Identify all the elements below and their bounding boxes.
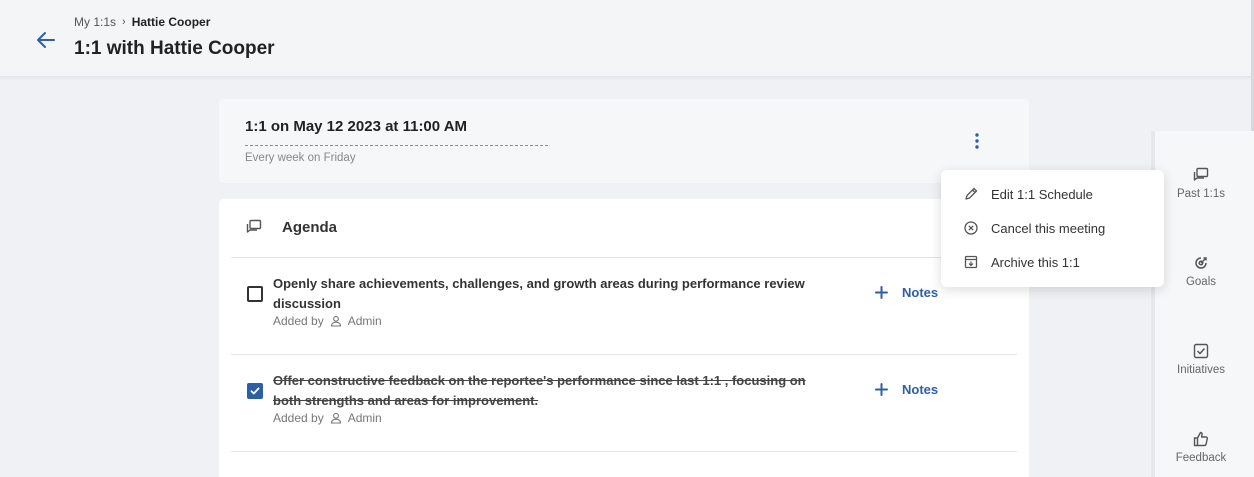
added-by-author: Admin (347, 411, 382, 425)
meeting-options-menu: Edit 1:1 Schedule Cancel this meeting Ar… (941, 170, 1164, 287)
menu-item-cancel-meeting[interactable]: Cancel this meeting (941, 213, 1164, 243)
added-by: Added by Admin (273, 411, 382, 425)
sidebar-item-goals[interactable]: Goals (1151, 255, 1251, 288)
breadcrumb: My 1:1s › Hattie Cooper (74, 15, 210, 29)
added-by-label: Added by (273, 411, 324, 425)
agenda-item-text: Openly share achievements, challenges, a… (273, 276, 805, 311)
agenda-item-text: Offer constructive feedback on the repor… (273, 373, 806, 408)
sidebar-item-feedback[interactable]: Feedback (1151, 431, 1251, 464)
agenda-title: Agenda (282, 219, 338, 236)
checkmark-icon (250, 387, 260, 395)
sidebar-item-label: Goals (1185, 276, 1217, 288)
chat-icon (246, 219, 262, 235)
agenda-card: Agenda Openly share achievements, challe… (219, 199, 1029, 477)
right-sidebar: Past 1:1s Goals Initiatives Feedback (1151, 131, 1254, 477)
meeting-title-underline (245, 145, 548, 146)
plus-icon (875, 286, 888, 299)
menu-item-archive[interactable]: Archive this 1:1 (941, 247, 1164, 277)
sidebar-item-label: Initiatives (1177, 364, 1225, 376)
agenda-item: Offer constructive feedback on the repor… (219, 355, 1029, 451)
breadcrumb-my-1on1s[interactable]: My 1:1s (74, 15, 116, 29)
menu-item-label: Edit 1:1 Schedule (991, 186, 1093, 202)
meeting-card: 1:1 on May 12 2023 at 11:00 AM Every wee… (219, 99, 1029, 183)
added-by-label: Added by (273, 314, 324, 328)
pencil-icon (963, 186, 979, 202)
page-title: 1:1 with Hattie Cooper (74, 38, 275, 59)
user-icon (330, 315, 341, 327)
meeting-title[interactable]: 1:1 on May 12 2023 at 11:00 AM (245, 118, 467, 135)
back-arrow-icon[interactable] (34, 28, 58, 52)
chat-icon (1193, 167, 1209, 181)
agenda-item: Openly share achievements, challenges, a… (219, 258, 1029, 354)
sidebar-item-past-1on1s[interactable]: Past 1:1s (1151, 167, 1251, 200)
menu-item-label: Cancel this meeting (991, 220, 1106, 236)
agenda-item-checkbox[interactable] (247, 286, 263, 302)
plus-icon (875, 383, 888, 396)
add-notes-button[interactable]: Notes (875, 382, 938, 397)
added-by-author: Admin (347, 314, 382, 328)
added-by: Added by Admin (273, 314, 382, 328)
more-options-icon[interactable] (969, 131, 985, 151)
meeting-recurrence: Every week on Friday (245, 152, 356, 164)
breadcrumb-separator: › (122, 16, 126, 28)
thumbs-up-icon (1193, 431, 1209, 447)
divider (231, 451, 1017, 452)
target-icon (1195, 257, 1207, 269)
sidebar-item-label: Past 1:1s (1177, 188, 1225, 200)
user-icon (330, 412, 341, 424)
menu-item-label: Archive this 1:1 (991, 254, 1080, 270)
menu-item-edit-schedule[interactable]: Edit 1:1 Schedule (941, 179, 1164, 209)
sidebar-item-label: Feedback (1175, 452, 1227, 464)
notes-label: Notes (902, 382, 939, 397)
notes-label: Notes (902, 285, 939, 300)
archive-icon (963, 254, 979, 270)
sidebar-item-initiatives[interactable]: Initiatives (1151, 343, 1251, 376)
agenda-item-checkbox-checked[interactable] (247, 383, 263, 399)
breadcrumb-current: Hattie Cooper (131, 15, 211, 29)
cancel-circle-icon (963, 220, 979, 236)
top-bar: My 1:1s › Hattie Cooper 1:1 with Hattie … (0, 0, 1254, 77)
add-notes-button[interactable]: Notes (875, 285, 938, 300)
checkbox-icon (1193, 343, 1209, 359)
